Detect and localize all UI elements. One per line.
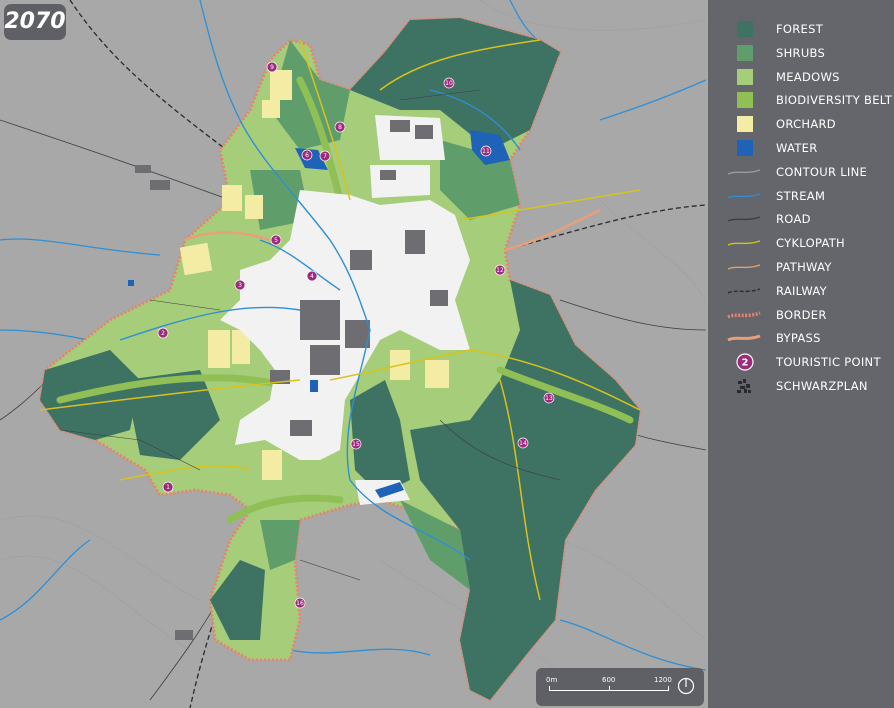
legend-item-orchard: ORCHARD [708, 113, 894, 135]
legend-item-biodiversity-belt: BIODIVERSITY BELT [708, 89, 894, 111]
legend-item-bypass: BYPASS [708, 327, 894, 349]
contour-line-icon [727, 169, 761, 175]
legend-label: SCHWARZPLAN [776, 379, 868, 393]
svg-text:13: 13 [545, 395, 553, 402]
legend-label: CYKLOPATH [776, 236, 845, 251]
scale-tick [668, 686, 669, 691]
svg-text:2: 2 [742, 358, 749, 369]
poi-13[interactable]: 13 [543, 392, 555, 404]
poi-5[interactable]: 5 [270, 234, 282, 246]
scale-label-600: 600 [602, 676, 616, 684]
legend-label: BORDER [776, 307, 827, 322]
legend-item-contour-line: CONTOUR LINE [708, 161, 894, 183]
water-swatch [737, 140, 753, 156]
poi-2[interactable]: 2 [157, 327, 169, 339]
svg-text:7: 7 [323, 153, 327, 160]
railway-line-icon [727, 288, 761, 294]
poi-15[interactable]: 15 [350, 438, 362, 450]
legend-item-forest: FOREST [708, 18, 894, 40]
legend-item-railway: RAILWAY [708, 280, 894, 302]
poi-12[interactable]: 12 [494, 264, 506, 276]
scale-bar: 0m 600 1200 [536, 668, 704, 706]
road-line-icon [727, 216, 761, 223]
touristic-point-icon: 2 [736, 353, 754, 371]
legend-item-shrubs: SHRUBS [708, 42, 894, 64]
svg-text:11: 11 [482, 148, 490, 155]
legend-item-stream: STREAM [708, 185, 894, 207]
poi-11[interactable]: 11 [480, 145, 492, 157]
border-line-icon [727, 310, 761, 319]
poi-10[interactable]: 10 [443, 77, 455, 89]
svg-text:15: 15 [352, 441, 360, 448]
poi-16[interactable]: 16 [294, 597, 306, 609]
stream-line-icon [727, 192, 761, 199]
svg-text:3: 3 [238, 282, 242, 289]
legend-item-border: BORDER [708, 304, 894, 326]
scale-tick [609, 686, 610, 691]
scale-tick [549, 686, 550, 691]
legend-label: RAILWAY [776, 283, 827, 298]
meadows-swatch [737, 68, 753, 85]
legend-item-cyklopath: CYKLOPATH [708, 232, 894, 254]
forest-swatch [737, 21, 753, 37]
legend-item-touristic-point: 2 TOURISTIC POINT [708, 351, 894, 373]
legend-label: STREAM [776, 188, 826, 203]
svg-text:9: 9 [270, 64, 274, 71]
legend-label: ORCHARD [776, 117, 836, 132]
legend-label: PATHWAY [776, 260, 832, 274]
shrubs-swatch [737, 44, 753, 61]
map-canvas[interactable]: 1 2 3 4 5 6 7 8 9 10 11 12 13 14 15 16 [0, 0, 706, 708]
north-arrow-icon [677, 677, 695, 695]
svg-text:10: 10 [445, 80, 453, 87]
cyclopath-line-icon [727, 240, 761, 246]
svg-text:1: 1 [166, 484, 170, 491]
poi-3[interactable]: 3 [234, 279, 246, 291]
svg-text:2: 2 [161, 330, 165, 337]
svg-text:4: 4 [310, 273, 314, 280]
poi-8[interactable]: 8 [334, 121, 346, 133]
legend-item-schwarzplan: SCHWARZPLAN [708, 375, 894, 397]
svg-text:6: 6 [305, 152, 309, 159]
legend-label: BYPASS [776, 331, 821, 346]
poi-9[interactable]: 9 [266, 61, 278, 73]
biodiversity-swatch [737, 92, 753, 109]
legend-label: WATER [776, 141, 818, 155]
legend-label: CONTOUR LINE [776, 164, 868, 179]
svg-text:16: 16 [296, 600, 304, 607]
legend-label: MEADOWS [776, 69, 840, 84]
poi-6[interactable]: 6 [301, 149, 313, 161]
poi-4[interactable]: 4 [306, 270, 318, 282]
legend-label: FOREST [776, 22, 824, 36]
svg-text:14: 14 [519, 440, 527, 447]
svg-text:12: 12 [496, 267, 504, 274]
pathway-line-icon [727, 264, 761, 270]
map-area[interactable]: 1 2 3 4 5 6 7 8 9 10 11 12 13 14 15 16 2… [0, 0, 706, 708]
bypass-line-icon [727, 334, 761, 342]
poi-14[interactable]: 14 [517, 437, 529, 449]
legend-item-water: WATER [708, 137, 894, 159]
legend-label: SHRUBS [776, 45, 826, 60]
scale-label-1200: 1200 [654, 676, 672, 684]
year-badge: 2070 [4, 4, 66, 40]
legend-item-meadows: MEADOWS [708, 66, 894, 88]
legend-panel: FOREST SHRUBS MEADOWS BIODIVERSITY BELT ORCH… [708, 0, 894, 708]
scale-label-0: 0m [546, 676, 558, 684]
poi-1[interactable]: 1 [162, 481, 174, 493]
legend-item-pathway: PATHWAY [708, 256, 894, 278]
legend-label: ROAD [776, 212, 811, 227]
svg-text:8: 8 [338, 124, 342, 131]
legend-label: BIODIVERSITY BELT [776, 93, 893, 108]
schwarzplan-icon [737, 379, 751, 393]
legend-item-road: ROAD [708, 208, 894, 230]
poi-7[interactable]: 7 [319, 150, 331, 162]
legend-label: TOURISTIC POINT [776, 355, 881, 370]
svg-text:5: 5 [274, 237, 278, 244]
industrial-zone-east [370, 165, 430, 198]
orchard-swatch [737, 116, 753, 133]
